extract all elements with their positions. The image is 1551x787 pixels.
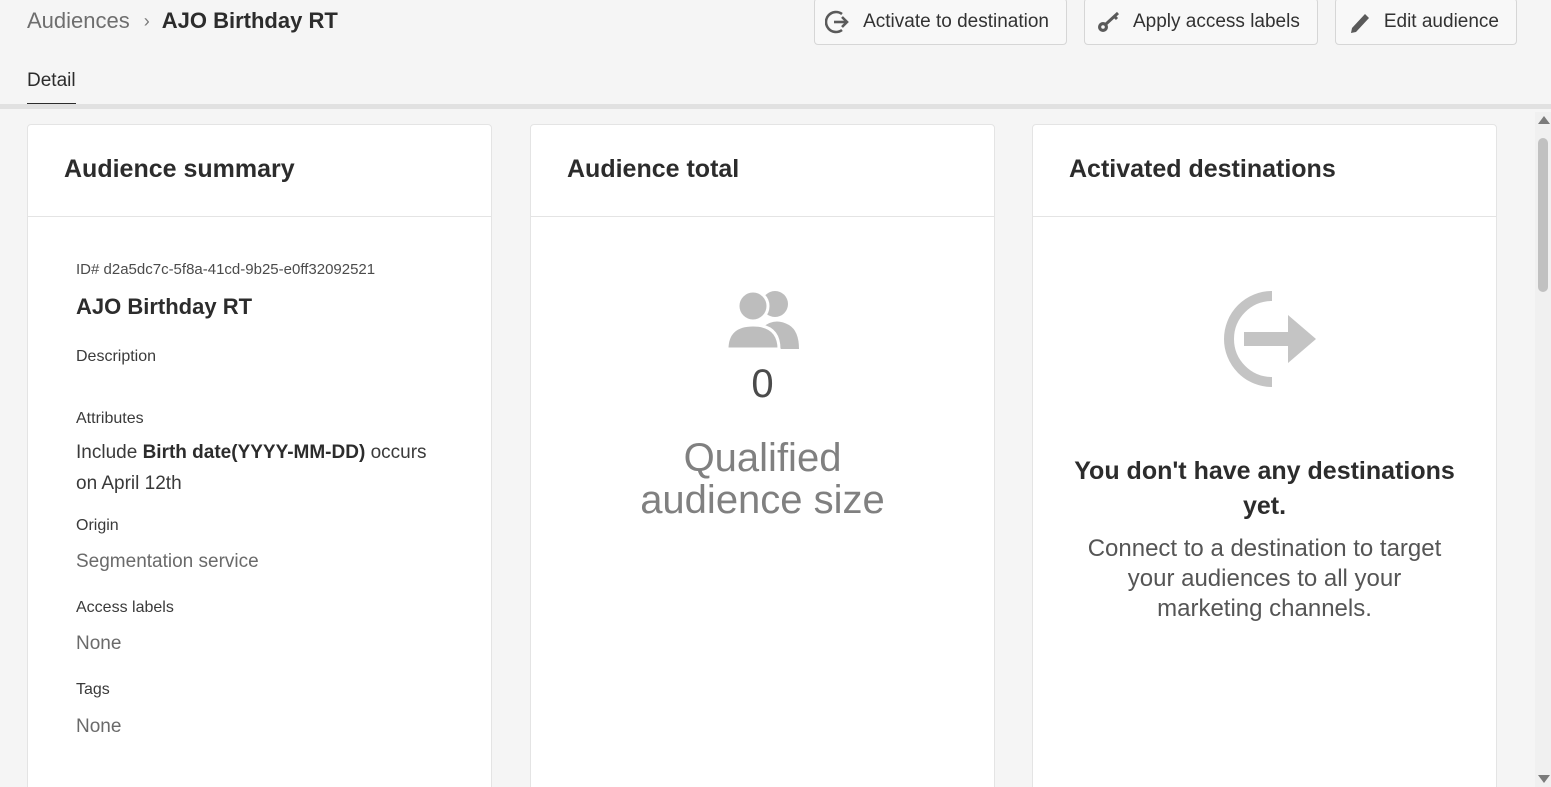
empty-destinations-description: Connect to a destination to target your … (1087, 535, 1442, 622)
audience-count: 0 (751, 362, 774, 406)
chevron-right-icon: › (143, 10, 150, 31)
audience-id: ID# d2a5dc7c-5f8a-41cd-9b25-e0ff32092521 (76, 261, 376, 278)
access-labels-value: None (76, 633, 122, 654)
activate-to-destination-button[interactable]: Activate to destination (814, 0, 1067, 45)
header-actions: Activate to destination Apply access lab… (814, 0, 1517, 45)
attr-field: Birth date(YYYY-MM-DD) (142, 442, 366, 463)
apply-labels-button-label: Apply access labels (1132, 10, 1300, 32)
attributes-label: Attributes (76, 410, 144, 427)
origin-value: Segmentation service (76, 551, 259, 572)
audience-name: AJO Birthday RT (76, 294, 253, 319)
tab-bar: Detail (27, 70, 76, 106)
audience-summary-card: Audience summary ID# d2a5dc7c-5f8a-41cd-… (27, 124, 492, 787)
page-header: Audiences › AJO Birthday RT Activate to … (0, 0, 1551, 110)
edit-button-label: Edit audience (1383, 10, 1499, 32)
activated-destinations-heading: Activated destinations (1033, 125, 1496, 217)
page-title: AJO Birthday RT (161, 8, 338, 33)
origin-label: Origin (76, 517, 119, 534)
audience-total-heading: Audience total (531, 125, 994, 217)
scroll-up-arrow-icon[interactable] (1538, 116, 1550, 124)
apply-access-labels-button[interactable]: Apply access labels (1083, 0, 1318, 45)
key-icon (1097, 11, 1119, 32)
pencil-icon (1350, 13, 1369, 33)
breadcrumb-audiences-link[interactable]: Audiences (27, 8, 130, 34)
activated-destinations-card: Activated destinations You don't have an… (1032, 124, 1497, 787)
tab-divider (0, 104, 1551, 109)
empty-destinations-title: You don't have any destinations yet. (1074, 457, 1455, 520)
export-arrow-icon (1223, 291, 1316, 387)
access-labels-label: Access labels (76, 599, 174, 616)
user-group-icon (724, 289, 799, 351)
attributes-value: Include Birth date(YYYY-MM-DD) occurs on… (76, 437, 443, 499)
breadcrumb: Audiences › AJO Birthday RT (27, 8, 338, 34)
vertical-scrollbar[interactable] (1535, 112, 1551, 787)
activate-button-label: Activate to destination (863, 10, 1049, 32)
description-label: Description (76, 348, 157, 365)
qualified-size-caption: Qualified audience size (640, 436, 885, 522)
scroll-down-arrow-icon[interactable] (1538, 775, 1550, 783)
tags-label: Tags (76, 681, 110, 698)
export-arrow-icon (825, 10, 849, 33)
tags-value: None (76, 716, 122, 737)
scroll-thumb[interactable] (1538, 138, 1548, 292)
audience-summary-heading: Audience summary (28, 125, 491, 217)
audience-total-card: Audience total 0 Qualified audience size (530, 124, 995, 787)
attr-prefix: Include (76, 442, 138, 463)
tab-detail[interactable]: Detail (27, 70, 76, 106)
edit-audience-button[interactable]: Edit audience (1334, 0, 1517, 45)
